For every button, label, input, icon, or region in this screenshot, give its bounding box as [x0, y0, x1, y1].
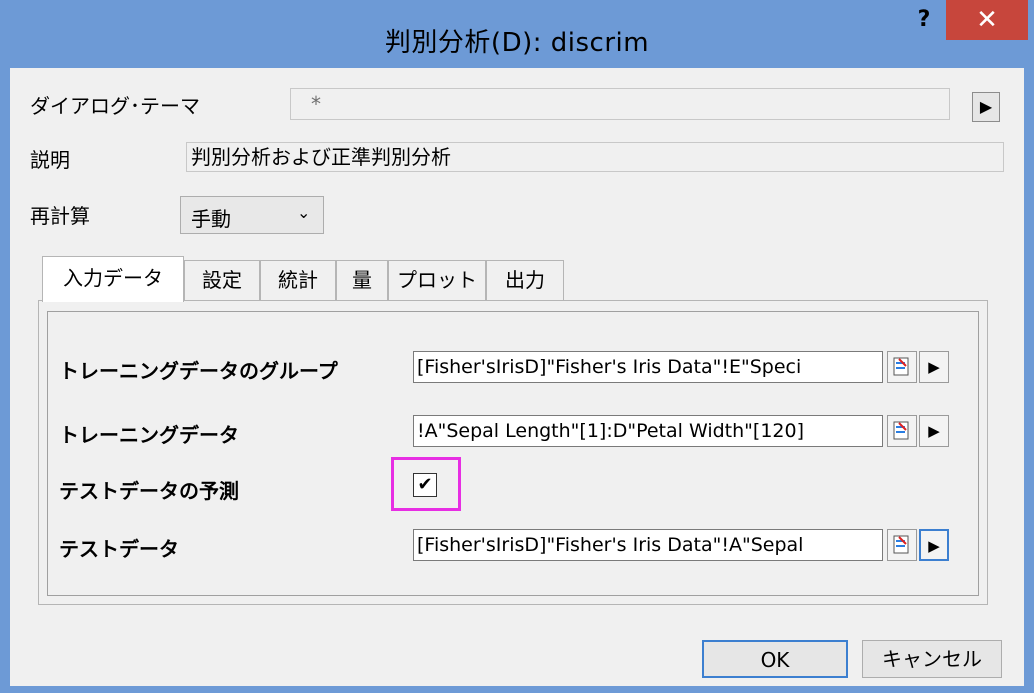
select-range-icon	[893, 357, 909, 376]
description-field: 判別分析および正準判別分析	[186, 142, 1004, 172]
select-range-icon	[893, 535, 909, 554]
training-data-select-range-button[interactable]	[887, 415, 917, 447]
tab-output[interactable]: 出力	[486, 260, 564, 300]
tab-plot[interactable]: プロット	[388, 260, 486, 300]
recalc-label: 再計算	[30, 204, 90, 228]
training-group-select-range-button[interactable]	[887, 351, 917, 383]
theme-field[interactable]: *	[290, 88, 950, 120]
theme-arrow-button[interactable]: ▶	[972, 92, 1000, 122]
tab-quantities[interactable]: 量	[336, 260, 388, 300]
predict-test-data-label: テストデータの予測	[59, 479, 239, 503]
tab-settings[interactable]: 設定	[184, 260, 260, 300]
chevron-down-icon: ⌄	[297, 203, 311, 222]
recalc-select-value: 手動	[191, 207, 231, 231]
close-button[interactable]: ✕	[946, 0, 1028, 40]
predict-test-data-checkbox[interactable]: ✔	[413, 473, 437, 497]
test-data-select-range-button[interactable]	[887, 529, 917, 561]
training-group-arrow-button[interactable]: ▶	[919, 351, 949, 383]
training-data-label: トレーニングデータ	[59, 423, 239, 447]
cancel-button[interactable]: キャンセル	[862, 640, 1002, 678]
description-label: 説明	[30, 148, 70, 172]
theme-label: ダイアログ･テーマ	[30, 94, 200, 118]
training-group-label: トレーニングデータのグループ	[59, 359, 338, 383]
input-data-panel: トレーニングデータのグループ [Fisher'sIrisD]"Fisher's …	[38, 300, 988, 605]
training-data-input[interactable]: !A"Sepal Length"[1]:D"Petal Width"[120]	[413, 415, 883, 447]
training-data-arrow-button[interactable]: ▶	[919, 415, 949, 447]
test-data-arrow-button[interactable]: ▶	[919, 529, 949, 561]
test-data-label: テストデータ	[59, 537, 179, 561]
select-range-icon	[893, 421, 909, 440]
dialog-frame: 判別分析(D): discrim ? ✕ ダイアログ･テーマ * ▶ 説明 判別…	[0, 0, 1034, 693]
dialog-body: ダイアログ･テーマ * ▶ 説明 判別分析および正準判別分析 再計算 手動 ⌄ …	[10, 68, 1024, 686]
test-data-input[interactable]: [Fisher'sIrisD]"Fisher's Iris Data"!A"Se…	[413, 529, 883, 561]
tab-input-data[interactable]: 入力データ	[42, 256, 184, 302]
training-group-input[interactable]: [Fisher'sIrisD]"Fisher's Iris Data"!E"Sp…	[413, 351, 883, 383]
ok-button[interactable]: OK	[702, 640, 848, 678]
dialog-title: 判別分析(D): discrim	[384, 28, 650, 58]
tab-statistics[interactable]: 統計	[260, 260, 336, 300]
recalc-select[interactable]: 手動 ⌄	[180, 196, 324, 234]
